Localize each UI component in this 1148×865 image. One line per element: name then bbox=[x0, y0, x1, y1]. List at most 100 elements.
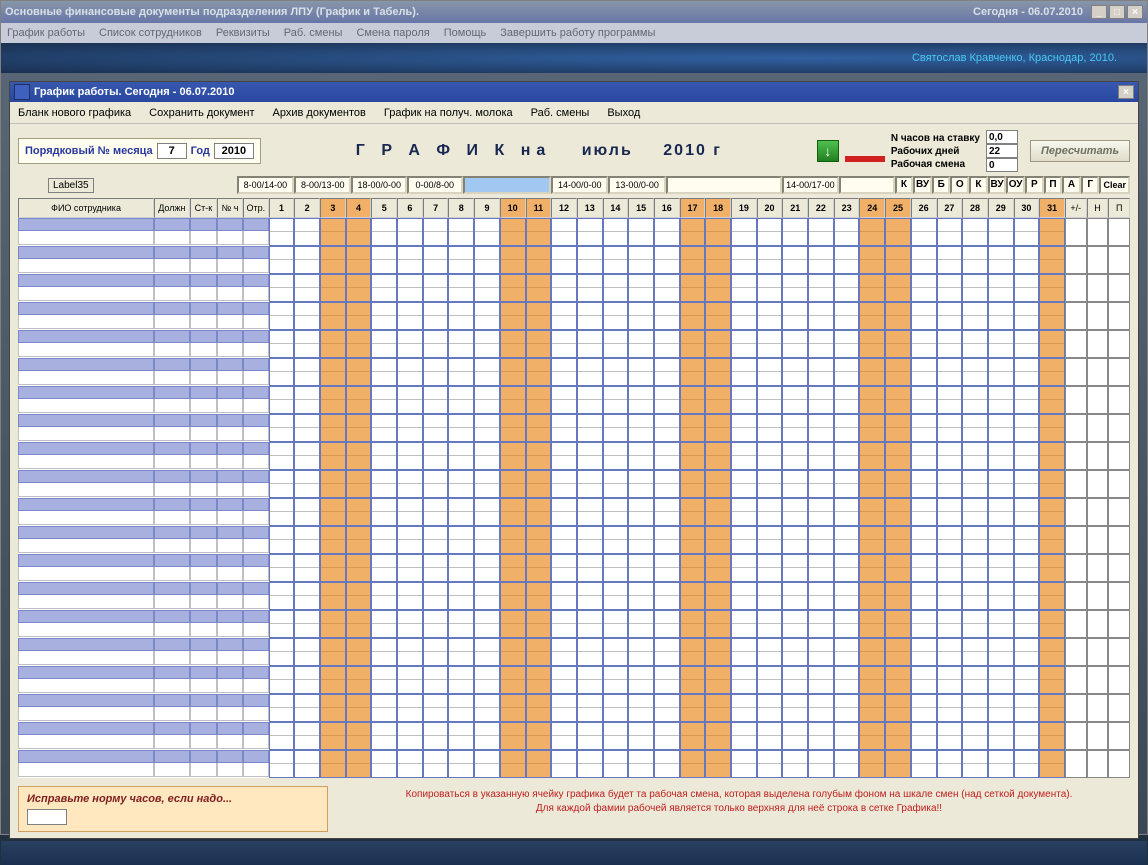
day-cell[interactable] bbox=[1039, 218, 1065, 246]
cell-fio[interactable] bbox=[18, 246, 154, 274]
day-cell[interactable] bbox=[705, 666, 731, 694]
inner-menu-item[interactable]: Выход bbox=[607, 107, 640, 119]
day-cell[interactable] bbox=[397, 554, 423, 582]
day-cell[interactable] bbox=[346, 694, 372, 722]
shift-cell[interactable] bbox=[666, 176, 782, 194]
day-cell[interactable] bbox=[371, 386, 397, 414]
day-cell[interactable] bbox=[448, 442, 474, 470]
day-cell[interactable] bbox=[320, 526, 346, 554]
day-cell[interactable] bbox=[782, 470, 808, 498]
day-cell[interactable] bbox=[294, 638, 320, 666]
day-cell[interactable] bbox=[628, 498, 654, 526]
day-cell[interactable] bbox=[705, 386, 731, 414]
day-cell[interactable] bbox=[757, 386, 783, 414]
cell-rate[interactable] bbox=[190, 498, 218, 526]
day-cell[interactable] bbox=[757, 638, 783, 666]
day-cell[interactable] bbox=[320, 330, 346, 358]
inner-menu-item[interactable]: График на получ. молока bbox=[384, 107, 513, 119]
cell-fio[interactable] bbox=[18, 694, 154, 722]
day-cell[interactable] bbox=[782, 638, 808, 666]
code-button-б[interactable]: Б bbox=[932, 176, 951, 194]
day-cell[interactable] bbox=[448, 386, 474, 414]
day-cell[interactable] bbox=[474, 638, 500, 666]
day-cell[interactable] bbox=[859, 610, 885, 638]
day-cell[interactable] bbox=[782, 554, 808, 582]
day-cell[interactable] bbox=[859, 554, 885, 582]
cell-dep[interactable] bbox=[243, 582, 269, 610]
day-cell[interactable] bbox=[834, 638, 860, 666]
day-cell[interactable] bbox=[526, 638, 552, 666]
day-cell[interactable] bbox=[448, 582, 474, 610]
day-cell[interactable] bbox=[423, 498, 449, 526]
day-cell[interactable] bbox=[962, 386, 988, 414]
cell-hours[interactable] bbox=[217, 610, 243, 638]
day-cell[interactable] bbox=[757, 302, 783, 330]
hdr-day-5[interactable]: 5 bbox=[371, 198, 397, 218]
day-cell[interactable] bbox=[962, 666, 988, 694]
day-cell[interactable] bbox=[859, 302, 885, 330]
day-cell[interactable] bbox=[500, 274, 526, 302]
day-cell[interactable] bbox=[320, 386, 346, 414]
cell-pos[interactable] bbox=[154, 218, 190, 246]
day-cell[interactable] bbox=[448, 302, 474, 330]
day-cell[interactable] bbox=[526, 274, 552, 302]
day-cell[interactable] bbox=[962, 610, 988, 638]
inner-menu-item[interactable]: Бланк нового графика bbox=[18, 107, 131, 119]
day-cell[interactable] bbox=[628, 666, 654, 694]
hdr-day-3[interactable]: 3 bbox=[320, 198, 346, 218]
day-cell[interactable] bbox=[397, 750, 423, 778]
day-cell[interactable] bbox=[808, 694, 834, 722]
day-cell[interactable] bbox=[628, 442, 654, 470]
day-cell[interactable] bbox=[911, 498, 937, 526]
day-cell[interactable] bbox=[628, 358, 654, 386]
day-cell[interactable] bbox=[526, 218, 552, 246]
day-cell[interactable] bbox=[294, 610, 320, 638]
day-cell[interactable] bbox=[474, 274, 500, 302]
day-cell[interactable] bbox=[705, 218, 731, 246]
cell-dep[interactable] bbox=[243, 750, 269, 778]
day-cell[interactable] bbox=[294, 750, 320, 778]
day-cell[interactable] bbox=[680, 218, 706, 246]
day-cell[interactable] bbox=[577, 302, 603, 330]
cell-pos[interactable] bbox=[154, 274, 190, 302]
day-cell[interactable] bbox=[705, 610, 731, 638]
day-cell[interactable] bbox=[808, 610, 834, 638]
shift-cell[interactable]: 14-00/17-00 bbox=[782, 176, 839, 194]
day-cell[interactable] bbox=[808, 470, 834, 498]
day-cell[interactable] bbox=[577, 442, 603, 470]
cell-pos[interactable] bbox=[154, 610, 190, 638]
hdr-day-12[interactable]: 12 bbox=[551, 198, 577, 218]
day-cell[interactable] bbox=[808, 302, 834, 330]
day-cell[interactable] bbox=[320, 638, 346, 666]
day-cell[interactable] bbox=[500, 218, 526, 246]
cell-dep[interactable] bbox=[243, 442, 269, 470]
day-cell[interactable] bbox=[269, 722, 295, 750]
day-cell[interactable] bbox=[782, 694, 808, 722]
day-cell[interactable] bbox=[269, 554, 295, 582]
day-cell[interactable] bbox=[294, 330, 320, 358]
day-cell[interactable] bbox=[448, 722, 474, 750]
day-cell[interactable] bbox=[1039, 302, 1065, 330]
day-cell[interactable] bbox=[500, 414, 526, 442]
day-cell[interactable] bbox=[680, 414, 706, 442]
day-cell[interactable] bbox=[628, 330, 654, 358]
code-button-к[interactable]: К bbox=[969, 176, 988, 194]
code-button-а[interactable]: А bbox=[1062, 176, 1081, 194]
day-cell[interactable] bbox=[885, 358, 911, 386]
day-cell[interactable] bbox=[526, 750, 552, 778]
day-cell[interactable] bbox=[320, 694, 346, 722]
cell-hours[interactable] bbox=[217, 274, 243, 302]
day-cell[interactable] bbox=[911, 722, 937, 750]
day-cell[interactable] bbox=[423, 442, 449, 470]
day-cell[interactable] bbox=[834, 246, 860, 274]
day-cell[interactable] bbox=[782, 442, 808, 470]
day-cell[interactable] bbox=[371, 666, 397, 694]
day-cell[interactable] bbox=[577, 694, 603, 722]
day-cell[interactable] bbox=[782, 414, 808, 442]
day-cell[interactable] bbox=[654, 694, 680, 722]
day-cell[interactable] bbox=[654, 246, 680, 274]
hdr-day-24[interactable]: 24 bbox=[859, 198, 885, 218]
day-cell[interactable] bbox=[294, 246, 320, 274]
day-cell[interactable] bbox=[680, 750, 706, 778]
cell-rate[interactable] bbox=[190, 470, 218, 498]
